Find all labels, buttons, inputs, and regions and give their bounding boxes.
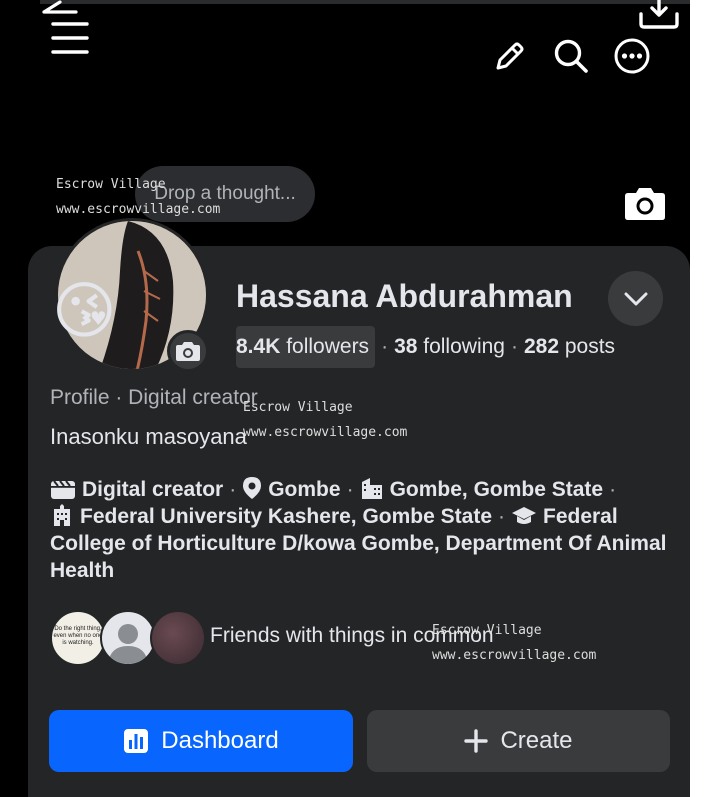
download-icon: [639, 0, 679, 29]
dashboard-label: Dashboard: [161, 727, 279, 754]
search-button[interactable]: [551, 36, 591, 76]
create-label: Create: [500, 727, 573, 754]
city-building-icon: [361, 478, 382, 499]
kiss-emoji: 😘: [52, 274, 117, 347]
followers-label: followers: [280, 335, 370, 358]
screen-edge: [690, 0, 720, 797]
watermark: Escrow Village www.escrowvillage.com: [243, 400, 408, 440]
mutual-friend-avatar: Do the right thing, even when no one is …: [50, 610, 106, 666]
create-button[interactable]: Create: [367, 710, 670, 772]
camera-icon: [176, 342, 200, 361]
profile-details: Digital creator · Gombe · Gombe, Gombe State…: [50, 477, 667, 582]
avatar-quote: Do the right thing, even when no one is …: [53, 626, 103, 646]
watermark: Escrow Village www.escrowvillage.com: [432, 623, 597, 663]
profile-category: Profile · Digital creator: [50, 386, 258, 409]
download-button[interactable]: [636, 0, 682, 30]
plus-icon: [464, 729, 489, 753]
posts-count: 282: [523, 335, 560, 358]
posts-label: posts: [559, 335, 616, 358]
stats-separator: ·: [381, 335, 389, 358]
detail-city: Gombe, Gombe State: [360, 478, 603, 501]
more-horizontal-icon: [614, 38, 650, 74]
hamburger-icon: [51, 22, 89, 54]
top-divider: [40, 0, 690, 4]
following-label: following: [417, 335, 505, 358]
followers-count: 8.4K: [236, 335, 281, 358]
cover-photo-camera-button[interactable]: [624, 184, 666, 222]
bar-chart-icon: [124, 729, 149, 753]
watermark: Escrow Village www.escrowvillage.com: [56, 177, 221, 217]
detail-education-1: Federal University Kashere, Gombe State: [50, 504, 492, 528]
profile-picture-camera-button[interactable]: [167, 330, 209, 372]
graduation-cap-icon: [512, 507, 536, 524]
profile-stats: 8.4K followers · 38 following · 282 post…: [236, 326, 615, 368]
followers-link[interactable]: 8.4K followers: [236, 326, 376, 368]
following-count: 38: [394, 335, 418, 358]
university-building-icon: [54, 504, 70, 526]
default-person-icon: [108, 624, 148, 664]
search-icon: [554, 39, 588, 73]
clapperboard-icon: [51, 480, 75, 499]
mutual-friend-avatar: [150, 610, 206, 666]
profile-name: Hassana Abdurahman: [236, 278, 573, 314]
dashboard-button[interactable]: Dashboard: [49, 710, 353, 772]
more-button[interactable]: [612, 36, 652, 76]
camera-icon: [625, 188, 665, 220]
following-link[interactable]: 38 following: [394, 335, 505, 359]
menu-button[interactable]: [50, 18, 90, 58]
edit-button[interactable]: [490, 38, 528, 76]
mutual-friend-avatar: [100, 610, 156, 666]
chevron-down-icon: [624, 292, 647, 305]
profile-options-button[interactable]: [608, 271, 663, 326]
posts-link[interactable]: 282 posts: [524, 335, 615, 359]
profile-bio: Inasonku masoyana: [50, 424, 247, 449]
pencil-icon: [496, 42, 524, 70]
stats-separator: ·: [510, 335, 518, 358]
location-pin-icon: [243, 477, 262, 499]
detail-location: Gombe: [242, 477, 341, 501]
detail-creator: Digital creator: [50, 478, 223, 501]
